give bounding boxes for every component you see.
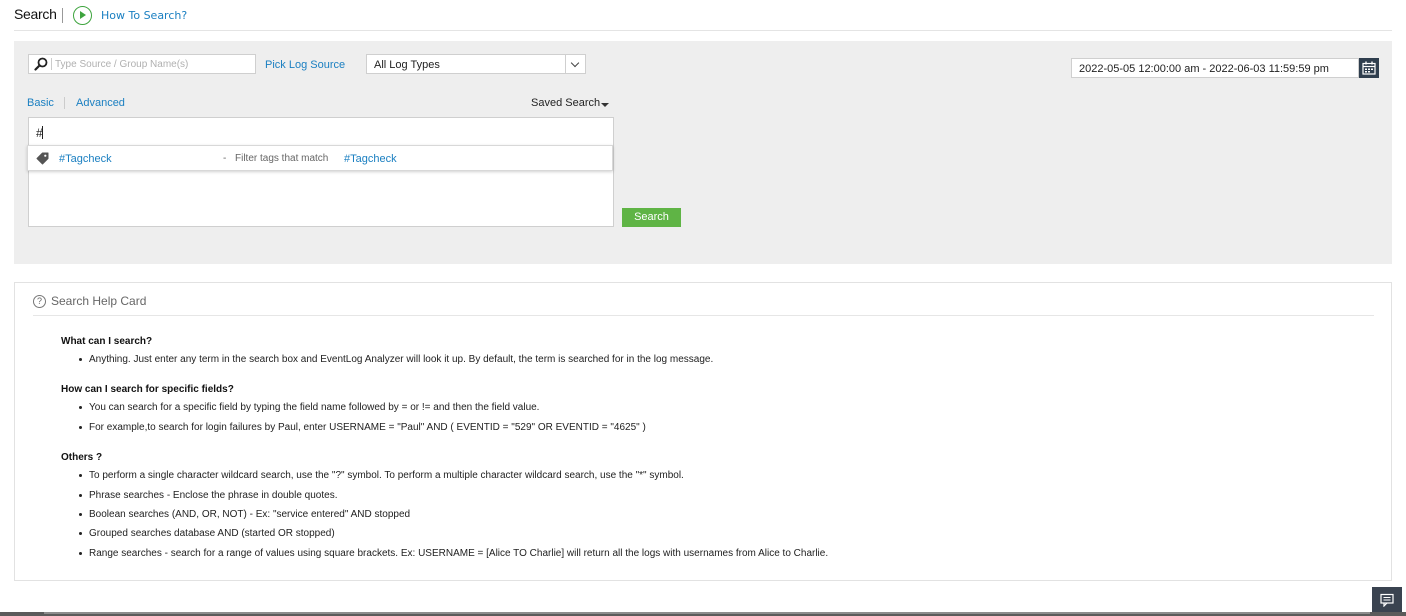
help-card-body: What can I search? Anything. Just enter … [61,335,1361,577]
help-item: To perform a single character wildcard s… [79,468,1361,487]
chevron-down-icon[interactable] [565,55,585,73]
tag-suggestion[interactable]: #Tagcheck - Filter tags that match #Tagc… [27,145,613,171]
page-header: Search How To Search? [0,0,1406,31]
title-divider [62,8,63,23]
query-textarea[interactable]: # [28,117,614,227]
caret-down-icon[interactable] [601,103,609,107]
help-section: What can I search? Anything. Just enter … [61,335,1361,371]
help-item: Range searches - search for a range of v… [79,546,1361,565]
help-question: How can I search for specific fields? [61,384,234,396]
how-to-search-link[interactable]: How To Search? [101,9,187,22]
help-item: Grouped searches database AND (started O… [79,526,1361,545]
help-section: Others ? To perform a single character w… [61,451,1361,565]
log-type-select[interactable]: All Log Types [366,54,586,74]
tab-divider [64,97,65,109]
chat-icon [1380,593,1394,607]
date-range-field[interactable]: 2022-05-05 12:00:00 am - 2022-06-03 11:5… [1071,58,1359,78]
page-title: Search [14,6,57,22]
date-range-value: 2022-05-05 12:00:00 am - 2022-06-03 11:5… [1079,63,1329,75]
header-divider [14,30,1392,31]
help-item: For example,to search for login failures… [79,420,1361,439]
search-button[interactable]: Search [622,208,681,227]
text-cursor [42,126,43,139]
help-question: Others ? [61,452,103,464]
search-panel: Pick Log Source All Log Types 2022-05-05… [14,41,1392,264]
question-circle-icon: ? [33,295,46,308]
help-item: Anything. Just enter any term in the sea… [79,352,1361,371]
log-type-value: All Log Types [374,59,440,71]
help-card-title: Search Help Card [51,294,147,308]
help-section: How can I search for specific fields? Yo… [61,383,1361,439]
tab-advanced[interactable]: Advanced [76,97,125,109]
help-item: Boolean searches (AND, OR, NOT) - Ex: "s… [79,507,1361,526]
saved-search-dropdown[interactable]: Saved Search [531,97,600,109]
source-search-box[interactable] [28,54,256,74]
calendar-button[interactable] [1359,58,1379,78]
play-circle-icon[interactable] [73,6,92,25]
help-item: Phrase searches - Enclose the phrase in … [79,488,1361,507]
help-item: You can search for a specific field by t… [79,400,1361,419]
suggestion-match: #Tagcheck [344,153,397,165]
pick-log-source-link[interactable]: Pick Log Source [265,59,345,71]
source-divider [51,58,52,70]
help-question: What can I search? [61,336,153,347]
feedback-button[interactable] [1372,587,1402,613]
horizontal-scrollbar[interactable] [44,612,1370,614]
source-input[interactable] [55,56,253,72]
suggestion-description: Filter tags that match [235,153,329,164]
help-card-divider [33,315,1374,316]
tag-icon [36,152,49,165]
search-icon [34,57,48,71]
suggestion-tag: #Tagcheck [59,153,112,165]
search-help-card: ? Search Help Card What can I search? An… [14,282,1392,581]
calendar-icon [1362,61,1376,75]
suggestion-separator: - [223,153,227,164]
tab-basic[interactable]: Basic [27,97,54,109]
